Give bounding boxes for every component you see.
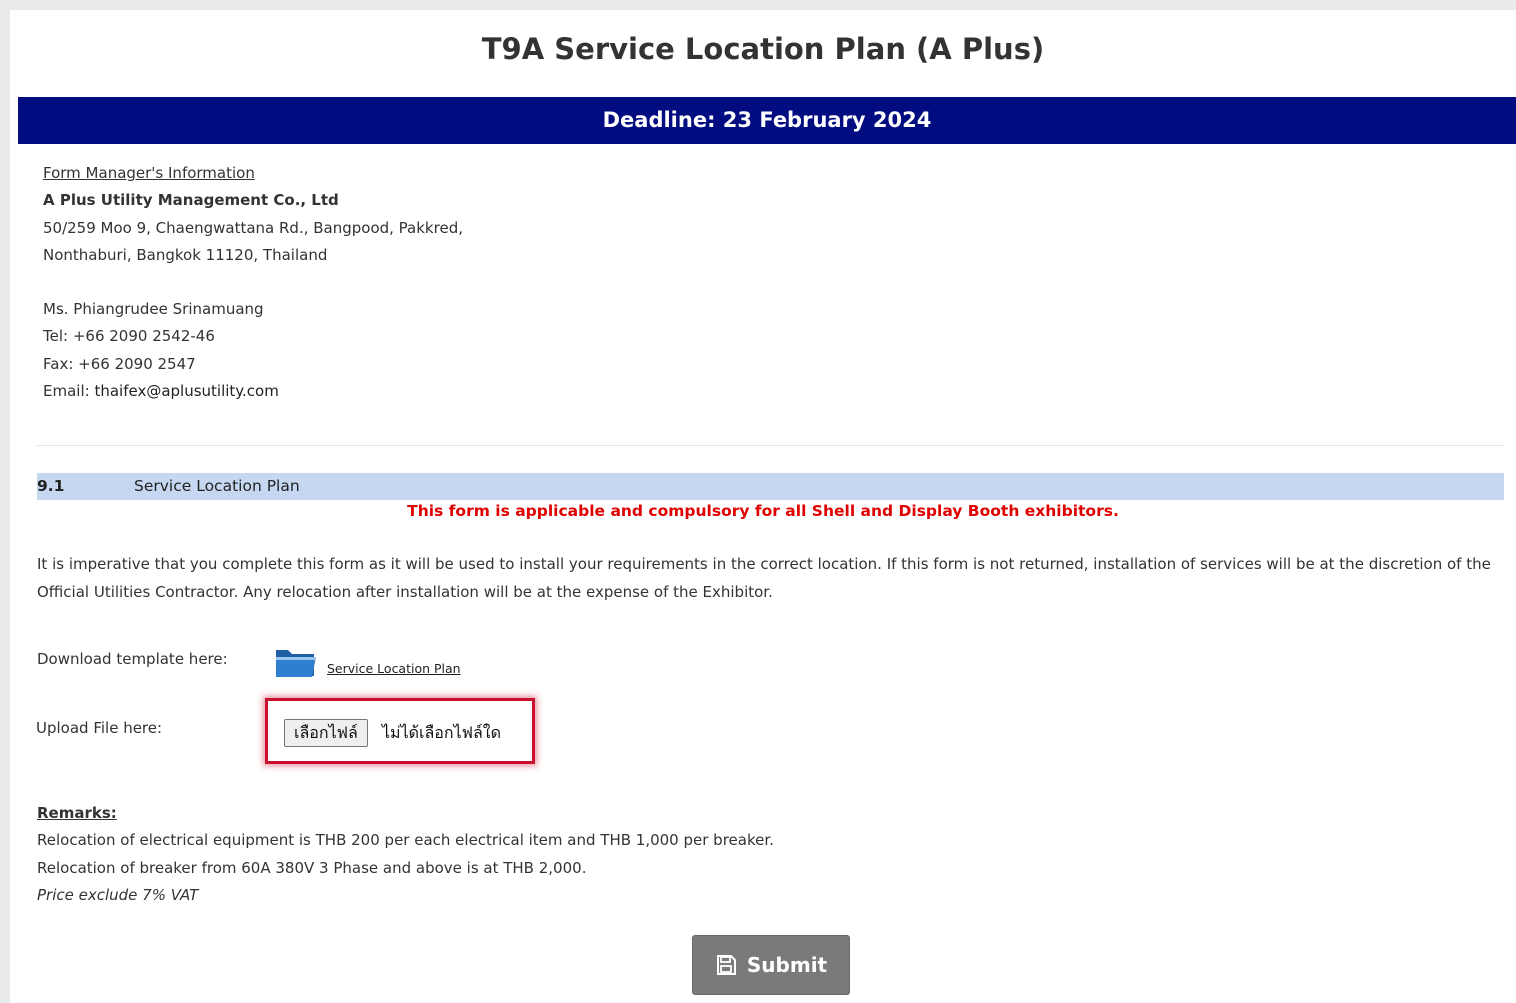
file-status-text: ไม่ได้เลือกไฟล์ใด bbox=[382, 723, 501, 742]
manager-tel: Tel: +66 2090 2542-46 bbox=[43, 327, 215, 346]
form-page: T9A Service Location Plan (A Plus) Deadl… bbox=[10, 10, 1516, 1003]
folder-icon[interactable] bbox=[274, 646, 318, 679]
manager-fax: Fax: +66 2090 2547 bbox=[43, 354, 196, 373]
save-icon bbox=[716, 955, 736, 975]
manager-address-line2: Nonthaburi, Bangkok 11120, Thailand bbox=[43, 245, 328, 264]
service-location-plan-link[interactable]: Service Location Plan bbox=[327, 661, 461, 676]
choose-file-button[interactable]: เลือกไฟล์ bbox=[284, 719, 368, 747]
manager-company: A Plus Utility Management Co., Ltd bbox=[43, 191, 339, 210]
download-label: Download template here: bbox=[37, 650, 228, 668]
manager-address-line1: 50/259 Moo 9, Chaengwattana Rd., Bangpoo… bbox=[43, 218, 463, 237]
manager-heading: Form Manager's Information bbox=[43, 164, 255, 182]
submit-label: Submit bbox=[746, 953, 828, 977]
form-manager-info: Form Manager's Information A Plus Utilit… bbox=[43, 160, 463, 405]
remarks-section: Remarks: Relocation of electrical equipm… bbox=[37, 800, 774, 909]
remarks-line1: Relocation of electrical equipment is TH… bbox=[37, 831, 774, 850]
section-title: Service Location Plan bbox=[134, 477, 300, 495]
remarks-heading: Remarks: bbox=[37, 804, 117, 822]
compulsory-notice: This form is applicable and compulsory f… bbox=[407, 502, 1119, 520]
email-label: Email: bbox=[43, 382, 95, 401]
manager-email: Email: thaifex@aplusutility.com bbox=[43, 378, 463, 405]
upload-file-highlight: เลือกไฟล์ ไม่ได้เลือกไฟล์ใด bbox=[265, 698, 535, 764]
upload-label: Upload File here: bbox=[36, 719, 163, 737]
section-description: It is imperative that you complete this … bbox=[37, 555, 1491, 601]
section-header: 9.1 Service Location Plan bbox=[37, 473, 1504, 500]
section-number: 9.1 bbox=[37, 477, 65, 495]
email-value: thaifex@aplusutility.com bbox=[94, 382, 279, 401]
submit-button[interactable]: Submit bbox=[692, 935, 850, 995]
remarks-line2: Relocation of breaker from 60A 380V 3 Ph… bbox=[37, 858, 587, 877]
page-title: T9A Service Location Plan (A Plus) bbox=[481, 32, 1045, 66]
remarks-vat: Price exclude 7% VAT bbox=[37, 885, 199, 904]
section-divider bbox=[37, 445, 1504, 446]
deadline-banner: Deadline: 23 February 2024 bbox=[18, 97, 1516, 144]
manager-contact-name: Ms. Phiangrudee Srinamuang bbox=[43, 300, 264, 319]
